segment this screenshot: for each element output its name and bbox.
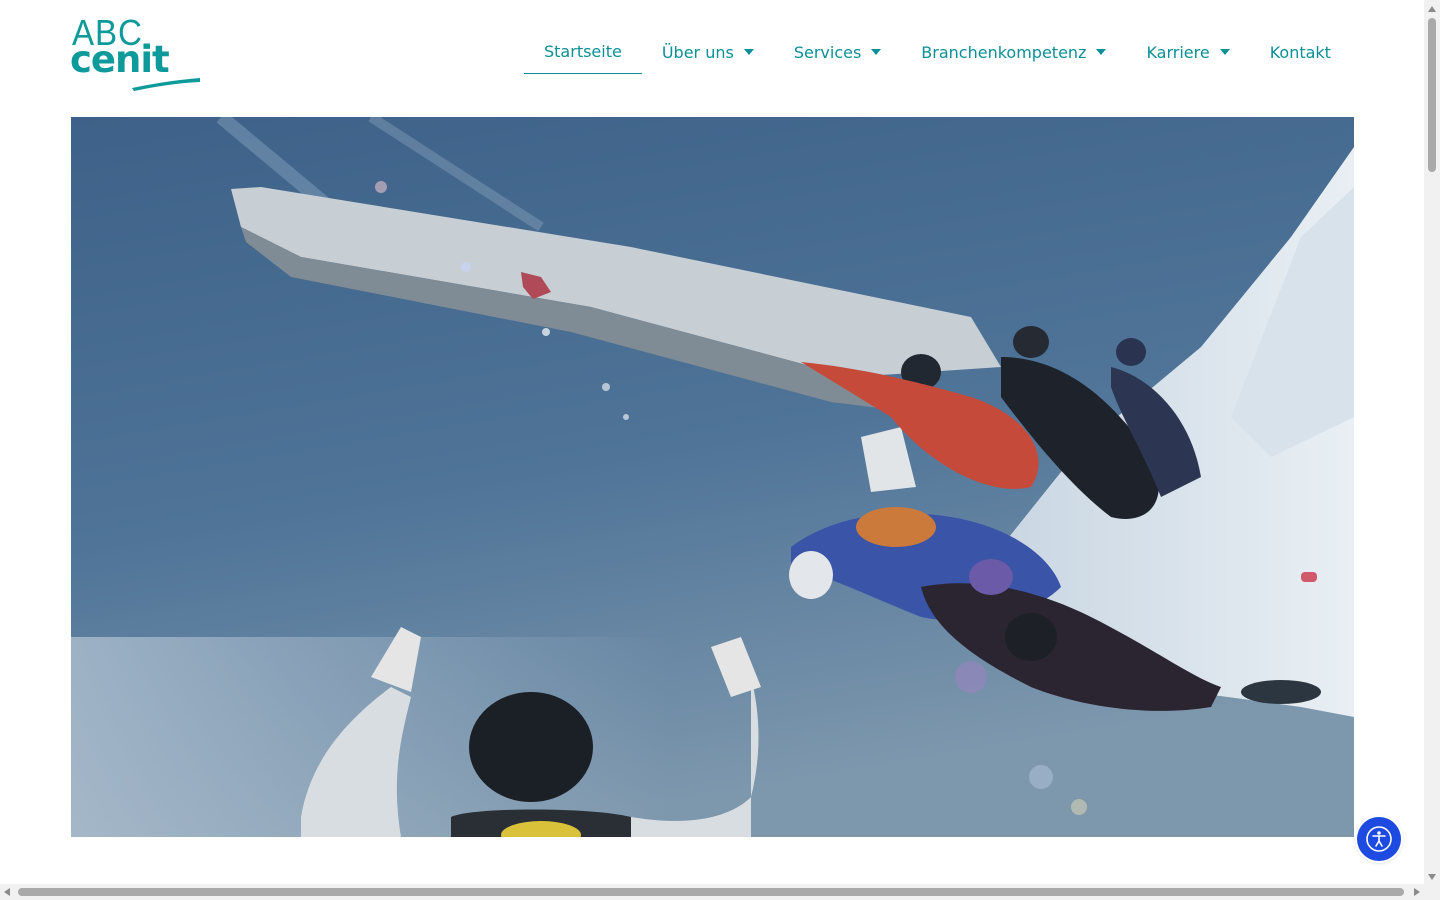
main-navigation: Startseite Über uns Services Branchenkom… xyxy=(524,30,1351,74)
chevron-down-icon xyxy=(743,49,754,55)
hero-video[interactable] xyxy=(71,117,1354,837)
horizontal-scrollbar-thumb[interactable] xyxy=(18,888,1404,896)
vertical-scrollbar[interactable] xyxy=(1424,0,1440,884)
scroll-left-arrow-icon[interactable] xyxy=(4,888,10,896)
hero-video-still xyxy=(71,117,1354,837)
scrollbar-corner xyxy=(1424,884,1440,900)
chevron-down-icon xyxy=(871,49,882,55)
nav-item-branchenkompetenz[interactable]: Branchenkompetenz xyxy=(901,30,1126,74)
scroll-down-arrow-icon[interactable] xyxy=(1428,874,1436,880)
nav-label: Services xyxy=(793,42,862,62)
nav-item-ueber-uns[interactable]: Über uns xyxy=(642,30,774,74)
nav-label: Über uns xyxy=(661,42,734,62)
logo[interactable]: ABC cenit xyxy=(70,12,202,92)
horizontal-scrollbar[interactable] xyxy=(0,884,1424,900)
nav-label: Startseite xyxy=(544,42,622,61)
nav-label: Kontakt xyxy=(1269,42,1331,62)
nav-label: Karriere xyxy=(1146,42,1210,62)
site-header: ABC cenit Startseite Über uns Services B… xyxy=(0,0,1424,117)
nav-item-services[interactable]: Services xyxy=(774,30,901,74)
accessibility-person-icon xyxy=(1366,826,1392,852)
scroll-right-arrow-icon[interactable] xyxy=(1414,888,1420,896)
nav-item-karriere[interactable]: Karriere xyxy=(1126,30,1249,74)
logo-swoosh-icon xyxy=(132,78,200,91)
vertical-scrollbar-thumb[interactable] xyxy=(1428,18,1436,172)
nav-item-startseite[interactable]: Startseite xyxy=(524,30,642,74)
nav-label: Branchenkompetenz xyxy=(921,42,1087,62)
nav-item-kontakt[interactable]: Kontakt xyxy=(1250,30,1351,74)
scroll-up-arrow-icon[interactable] xyxy=(1428,6,1436,12)
accessibility-button[interactable] xyxy=(1357,817,1401,861)
chevron-down-icon xyxy=(1096,49,1107,55)
chevron-down-icon xyxy=(1219,49,1230,55)
